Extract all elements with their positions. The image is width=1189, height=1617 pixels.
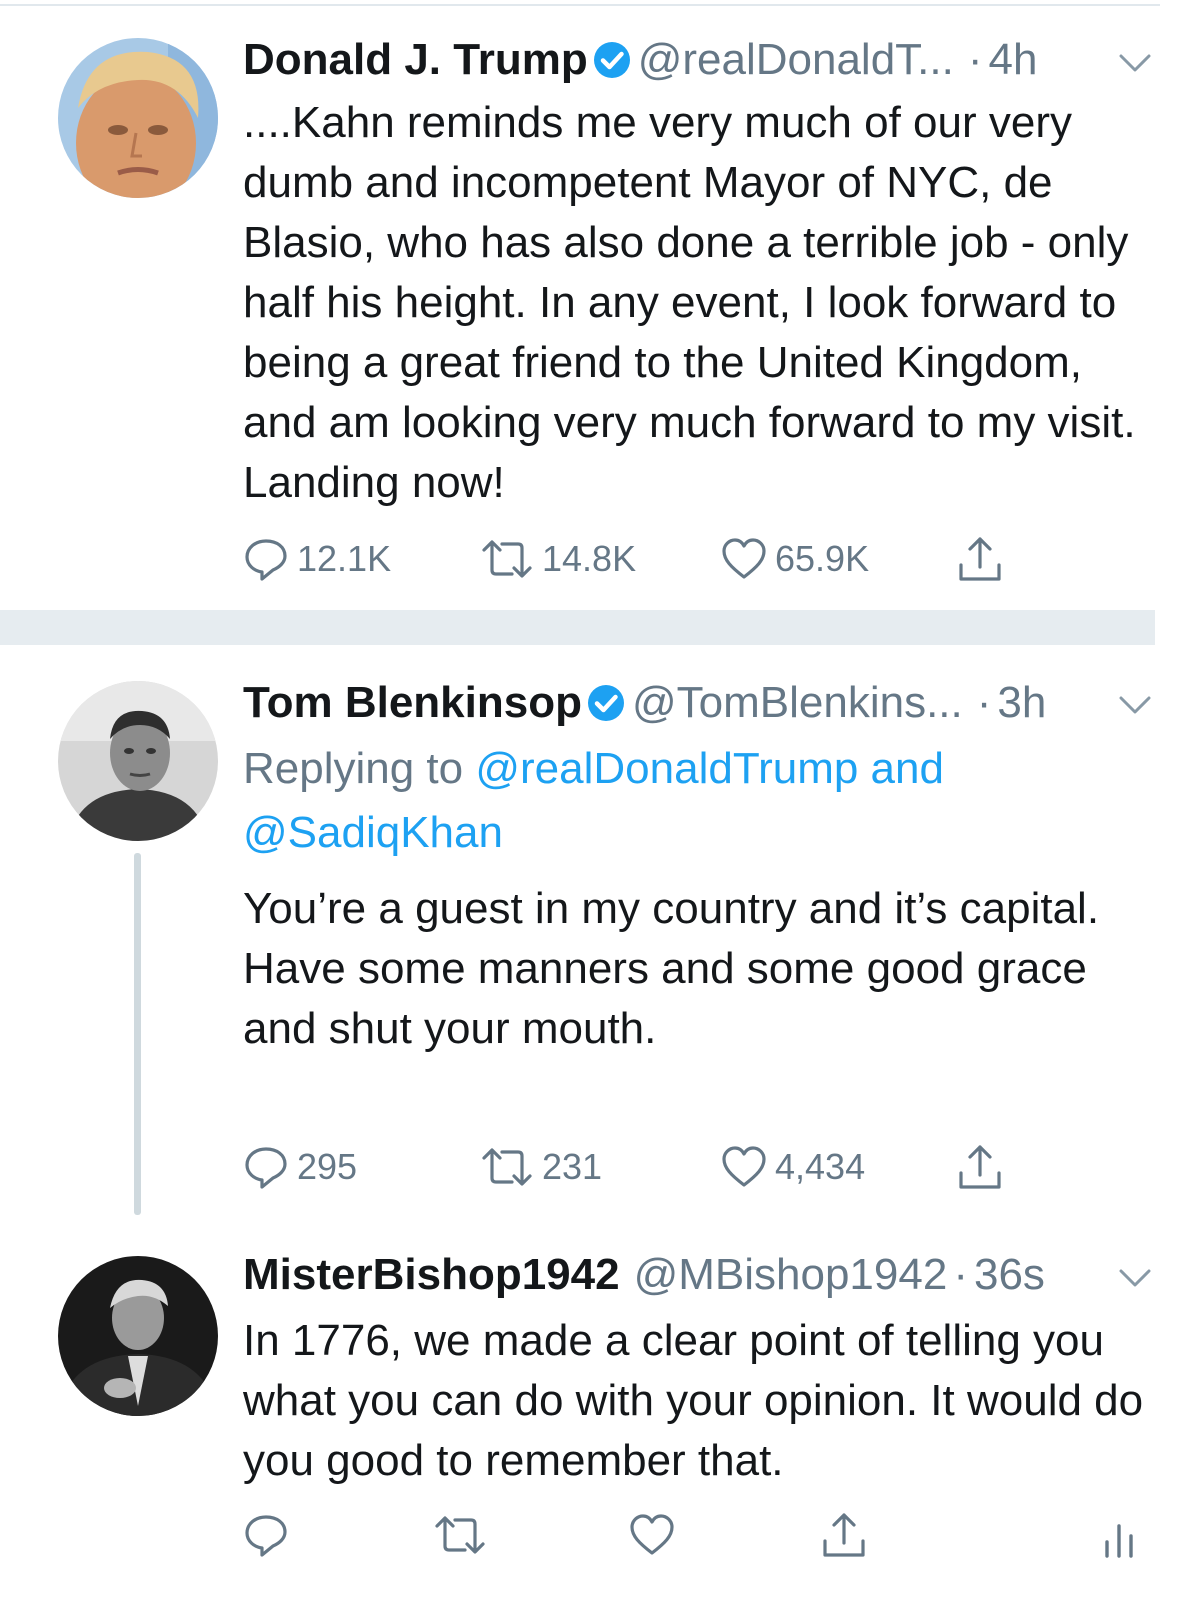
verified-badge-icon <box>586 683 626 723</box>
retweet-icon <box>435 1516 485 1554</box>
avatar[interactable] <box>58 38 218 198</box>
tweet-text: You’re a guest in my country and it’s ca… <box>243 884 1100 1053</box>
retweet-button[interactable]: 231 <box>480 1142 602 1192</box>
verified-badge-icon <box>592 40 632 80</box>
heart-icon <box>722 1146 766 1187</box>
author-handle[interactable]: @TomBlenkins... <box>632 678 963 727</box>
analytics-button[interactable] <box>1101 1510 1137 1560</box>
tweet-header: MisterBishop1942 @MBishop1942 · 36s <box>243 1250 1045 1300</box>
tweet-timestamp[interactable]: 3h <box>997 678 1046 727</box>
heart-icon <box>630 1514 674 1555</box>
retweet-button[interactable] <box>433 1510 487 1560</box>
retweet-icon <box>482 540 532 578</box>
avatar-photo <box>58 681 218 841</box>
chevron-down-icon[interactable] <box>1117 692 1153 718</box>
avatar[interactable] <box>58 681 218 841</box>
avatar-photo <box>58 1256 218 1416</box>
avatar-photo <box>58 38 218 198</box>
tweet[interactable]: Donald J. Trump @realDonaldT... · 4h ....Ka… <box>0 0 1160 610</box>
author-name[interactable]: Tom Blenkinsop <box>243 678 582 727</box>
separator-dot: · <box>976 678 992 727</box>
analytics-icon <box>1105 1524 1133 1558</box>
chevron-down-icon[interactable] <box>1117 1265 1153 1291</box>
separator-dot: · <box>953 1250 968 1299</box>
share-button[interactable] <box>821 1510 867 1560</box>
section-separator <box>0 610 1155 645</box>
thread-connector <box>134 853 141 1215</box>
tweet-actions <box>243 1510 1148 1560</box>
tweet-actions: 295 231 4,434 <box>243 1142 1143 1192</box>
tweet-text: ....Kahn reminds me very much of our ver… <box>243 98 1136 507</box>
share-icon <box>959 537 1001 581</box>
author-handle[interactable]: @realDonaldT... <box>638 35 954 84</box>
reply-button[interactable]: 295 <box>243 1142 357 1192</box>
reply-icon <box>245 1147 287 1189</box>
reply-icon <box>245 1515 287 1557</box>
share-button[interactable] <box>957 1142 1003 1192</box>
reply-button[interactable] <box>243 1510 289 1560</box>
author-name[interactable]: MisterBishop1942 <box>243 1250 620 1299</box>
like-count: 65.9K <box>775 538 870 579</box>
like-button[interactable] <box>629 1510 675 1560</box>
reply-button[interactable]: 12.1K <box>243 534 391 584</box>
tweet-header: Donald J. Trump @realDonaldT... · 4h <box>243 35 1037 85</box>
retweet-button[interactable]: 14.8K <box>480 534 636 584</box>
chevron-down-icon[interactable] <box>1117 50 1153 76</box>
retweet-icon <box>482 1148 532 1186</box>
retweet-count: 231 <box>542 1146 603 1187</box>
tweet-timestamp[interactable]: 4h <box>989 35 1038 84</box>
heart-icon <box>722 538 766 579</box>
tweet-text: In 1776, we made a clear point of tellin… <box>243 1316 1144 1485</box>
like-button[interactable]: 65.9K <box>721 534 869 584</box>
reply-count: 12.1K <box>297 538 392 579</box>
share-icon <box>959 1145 1001 1189</box>
share-icon <box>823 1513 865 1557</box>
like-button[interactable]: 4,434 <box>721 1142 865 1192</box>
tweet-timestamp[interactable]: 36s <box>974 1250 1045 1299</box>
replying-to-label: Replying to <box>243 744 476 793</box>
reply-icon <box>245 539 287 581</box>
author-name[interactable]: Donald J. Trump <box>243 35 588 84</box>
share-button[interactable] <box>957 534 1003 584</box>
tweet-actions: 12.1K 14.8K 65.9K <box>243 534 1143 584</box>
avatar[interactable] <box>58 1256 218 1416</box>
author-handle[interactable]: @MBishop1942 <box>634 1250 948 1299</box>
like-count: 4,434 <box>775 1146 866 1187</box>
replying-to-context: Replying to @realDonaldTrump and @SadiqK… <box>243 737 1143 865</box>
tweet[interactable]: MisterBishop1942 @MBishop1942 · 36s In 1776… <box>0 1220 1160 1617</box>
tweet-header: Tom Blenkinsop @TomBlenkins... · 3h <box>243 678 1046 728</box>
tweet[interactable]: Tom Blenkinsop @TomBlenkins... · 3h Replyin… <box>0 645 1160 1220</box>
retweet-count: 14.8K <box>542 538 637 579</box>
reply-count: 295 <box>297 1146 358 1187</box>
separator-dot: · <box>967 35 983 84</box>
